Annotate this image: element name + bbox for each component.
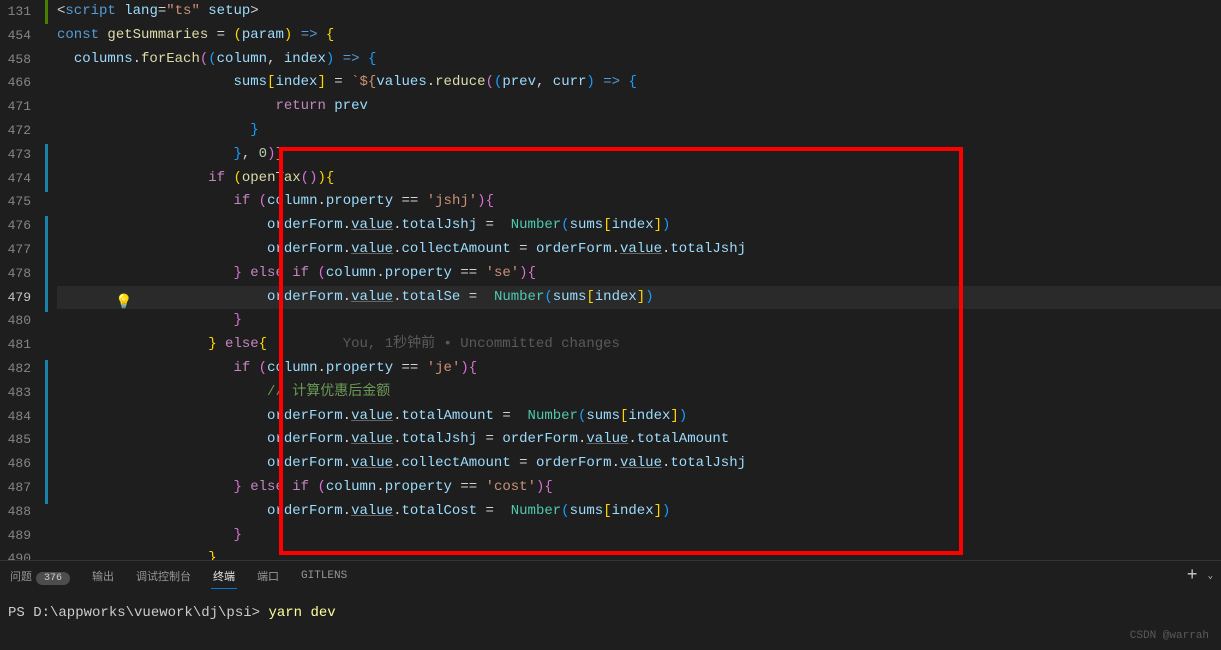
- code-line[interactable]: orderForm.value.totalSe = Number(sums[in…: [57, 286, 1221, 310]
- code-line[interactable]: if (column.property == 'je'){: [57, 357, 1221, 381]
- code-line[interactable]: } else if (column.property == 'cost'){: [57, 476, 1221, 500]
- line-number: 471: [0, 95, 31, 119]
- code-line[interactable]: } else{ You, 1秒钟前 • Uncommitted changes: [57, 333, 1221, 357]
- code-line[interactable]: }: [57, 547, 1221, 560]
- line-number: 466: [0, 71, 31, 95]
- code-content[interactable]: 💡 <script lang="ts" setup> const getSumm…: [57, 0, 1221, 560]
- code-line[interactable]: orderForm.value.totalAmount = Number(sum…: [57, 405, 1221, 429]
- editor[interactable]: 1314544584664714724734744754764774784794…: [0, 0, 1221, 560]
- line-number: 481: [0, 333, 31, 357]
- new-terminal-icon[interactable]: +: [1187, 566, 1198, 586]
- line-number: 483: [0, 381, 31, 405]
- tab-output[interactable]: 输出: [90, 564, 116, 588]
- tab-gitlens[interactable]: GITLENS: [299, 566, 349, 586]
- line-number: 487: [0, 476, 31, 500]
- problems-badge: 376: [36, 572, 70, 585]
- code-line[interactable]: orderForm.value.collectAmount = orderFor…: [57, 452, 1221, 476]
- line-number: 475: [0, 190, 31, 214]
- lightbulb-icon[interactable]: 💡: [115, 292, 132, 316]
- line-number: 480: [0, 309, 31, 333]
- line-number: 485: [0, 428, 31, 452]
- line-number: 473: [0, 143, 31, 167]
- code-line[interactable]: if (column.property == 'jshj'){: [57, 190, 1221, 214]
- watermark: CSDN @warrah: [1130, 630, 1209, 642]
- terminal-content[interactable]: PS D:\appworks\vuework\dj\psi> yarn dev: [0, 591, 1221, 625]
- code-line[interactable]: sums[index] = `${values.reduce((prev, cu…: [57, 71, 1221, 95]
- line-number: 454: [0, 24, 31, 48]
- code-line[interactable]: }: [57, 309, 1221, 333]
- code-line[interactable]: // 计算优惠后金额: [57, 381, 1221, 405]
- code-line[interactable]: orderForm.value.totalJshj = Number(sums[…: [57, 214, 1221, 238]
- line-number: 458: [0, 48, 31, 72]
- code-line[interactable]: orderForm.value.collectAmount = orderFor…: [57, 238, 1221, 262]
- bottom-panel: 问题376 输出 调试控制台 终端 端口 GITLENS + ⌄ PS D:\a…: [0, 560, 1221, 650]
- line-number: 489: [0, 524, 31, 548]
- code-line[interactable]: } else if (column.property == 'se'){: [57, 262, 1221, 286]
- line-number: 479: [0, 286, 31, 310]
- line-number: 476: [0, 214, 31, 238]
- line-number: 484: [0, 405, 31, 429]
- code-line[interactable]: orderForm.value.totalJshj = orderForm.va…: [57, 428, 1221, 452]
- terminal-command: yarn dev: [268, 605, 335, 621]
- code-line[interactable]: }, 0)}`: [57, 143, 1221, 167]
- terminal-prompt: PS D:\appworks\vuework\dj\psi>: [8, 605, 260, 621]
- git-margin: [45, 0, 57, 560]
- tab-debug-console[interactable]: 调试控制台: [134, 564, 193, 588]
- line-number: 482: [0, 357, 31, 381]
- code-line[interactable]: return prev: [57, 95, 1221, 119]
- tab-problems[interactable]: 问题376: [8, 564, 72, 588]
- line-number: 490: [0, 547, 31, 560]
- tab-terminal[interactable]: 终端: [211, 564, 237, 589]
- line-number-gutter: 1314544584664714724734744754764774784794…: [0, 0, 45, 560]
- line-number: 486: [0, 452, 31, 476]
- code-line[interactable]: }: [57, 119, 1221, 143]
- line-number: 488: [0, 500, 31, 524]
- line-number: 477: [0, 238, 31, 262]
- code-line[interactable]: orderForm.value.totalCost = Number(sums[…: [57, 500, 1221, 524]
- panel-tabs: 问题376 输出 调试控制台 终端 端口 GITLENS + ⌄: [0, 561, 1221, 591]
- code-line[interactable]: const getSummaries = (param) => {: [57, 24, 1221, 48]
- tab-ports[interactable]: 端口: [255, 564, 281, 588]
- code-line[interactable]: }: [57, 524, 1221, 548]
- terminal-dropdown-icon[interactable]: ⌄: [1208, 571, 1213, 581]
- line-number: 474: [0, 167, 31, 191]
- line-number: 472: [0, 119, 31, 143]
- code-line[interactable]: if (openTax()){: [57, 167, 1221, 191]
- code-line[interactable]: <script lang="ts" setup>: [57, 0, 1221, 24]
- line-number: 131: [0, 0, 31, 24]
- code-line[interactable]: columns.forEach((column, index) => {: [57, 48, 1221, 72]
- line-number: 478: [0, 262, 31, 286]
